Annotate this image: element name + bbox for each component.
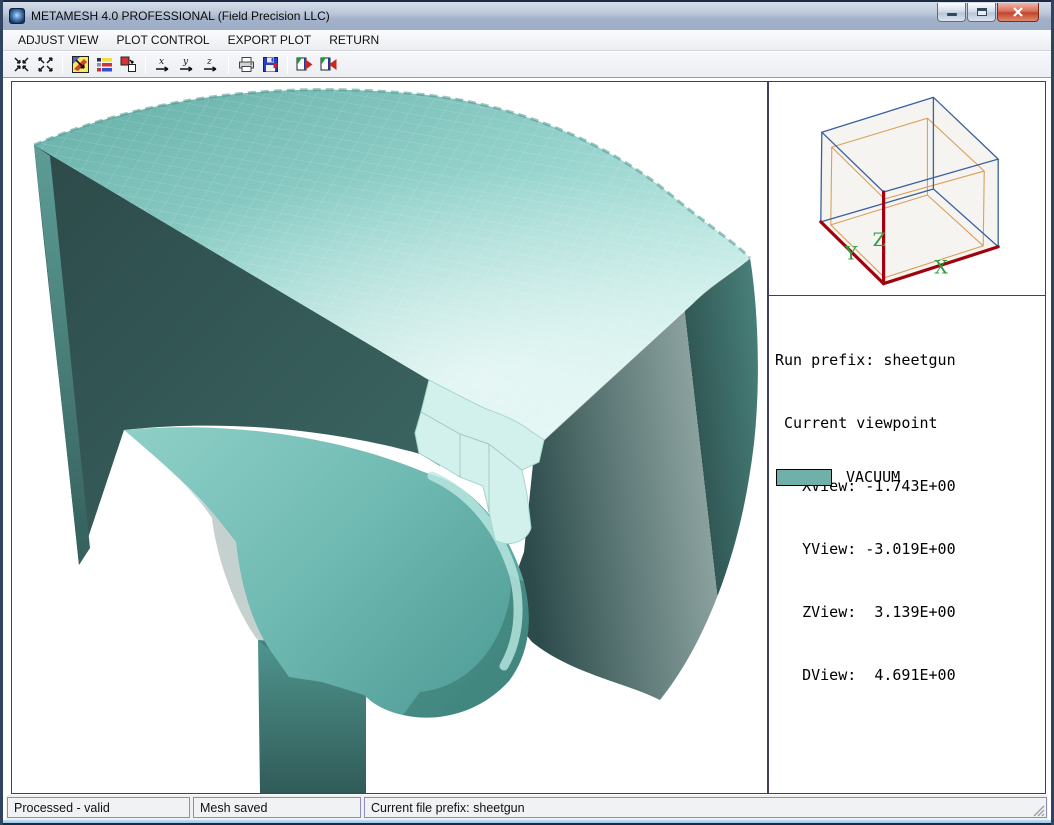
menu-export-plot[interactable]: EXPORT PLOT <box>219 31 321 49</box>
orientation-cube-panel[interactable]: Y X Z <box>768 81 1046 296</box>
mesh-3d-view <box>12 82 767 793</box>
menubar: ADJUST VIEW PLOT CONTROL EXPORT PLOT RET… <box>3 30 1051 51</box>
plot-layers-button[interactable] <box>93 54 115 75</box>
legend: VACUUM <box>776 468 900 486</box>
save-plot-icon <box>262 56 279 73</box>
next-plot-icon <box>296 56 314 73</box>
viewpoint-header-line: Current viewpoint <box>775 413 956 434</box>
menu-plot-control[interactable]: PLOT CONTROL <box>107 31 218 49</box>
toolbar: x y z <box>3 52 1051 78</box>
view-along-y-button[interactable]: y <box>176 54 198 75</box>
zview-line: ZView: 3.139E+00 <box>775 602 956 623</box>
status-processed: Processed - valid <box>7 797 190 818</box>
previous-plot-button[interactable] <box>318 54 340 75</box>
titlebar[interactable]: METAMESH 4.0 PROFESSIONAL (Field Precisi… <box>3 0 1051 30</box>
yview-line: YView: -3.019E+00 <box>775 539 956 560</box>
close-icon <box>1012 7 1024 17</box>
contract-view-icon <box>13 56 30 73</box>
toolbar-separator <box>287 56 288 74</box>
run-prefix-line: Run prefix: sheetgun <box>775 350 956 371</box>
statusbar: Processed - valid Mesh saved Current fil… <box>6 795 1048 820</box>
dview-line: DView: 4.691E+00 <box>775 665 956 686</box>
svg-text:x: x <box>159 57 164 67</box>
menu-adjust-view[interactable]: ADJUST VIEW <box>9 31 107 49</box>
contract-view-button[interactable] <box>10 54 32 75</box>
viewpoint-info: Run prefix: sheetgun Current viewpoint X… <box>775 308 956 728</box>
minimize-icon <box>947 13 957 16</box>
view-along-x-button[interactable]: x <box>152 54 174 75</box>
view-along-x-icon: x <box>154 56 172 73</box>
legend-swatch <box>776 469 832 486</box>
menu-return[interactable]: RETURN <box>320 31 388 49</box>
legend-label: VACUUM <box>846 468 900 486</box>
cube-axis-y-label: Y <box>844 243 858 265</box>
info-panel: Run prefix: sheetgun Current viewpoint X… <box>768 295 1046 794</box>
app-icon <box>9 8 25 24</box>
next-plot-button[interactable] <box>294 54 316 75</box>
toolbar-separator <box>62 56 63 74</box>
view-along-z-button[interactable]: z <box>200 54 222 75</box>
sidebar: Y X Z Run prefix: sheetgun Current viewp… <box>768 81 1046 794</box>
print-button[interactable] <box>235 54 257 75</box>
svg-text:y: y <box>182 57 189 67</box>
cube-axis-x-label: X <box>934 257 948 279</box>
plot-style-icon <box>72 56 89 73</box>
orientation-cube: Y X Z <box>769 82 1048 295</box>
resize-grip[interactable] <box>1032 804 1046 818</box>
toolbar-separator <box>228 56 229 74</box>
save-plot-button[interactable] <box>259 54 281 75</box>
previous-plot-icon <box>320 56 338 73</box>
view-along-y-icon: y <box>178 56 196 73</box>
maximize-icon <box>977 8 987 16</box>
toolbar-separator <box>145 56 146 74</box>
plot-style-button[interactable] <box>69 54 91 75</box>
status-file-prefix: Current file prefix: sheetgun <box>364 797 1047 818</box>
mesh-plot-canvas[interactable] <box>11 81 768 794</box>
print-icon <box>238 56 255 73</box>
expand-view-icon <box>37 56 54 73</box>
minimize-button[interactable] <box>937 3 966 22</box>
window-title: METAMESH 4.0 PROFESSIONAL (Field Precisi… <box>31 9 937 23</box>
app-window: METAMESH 4.0 PROFESSIONAL (Field Precisi… <box>0 0 1054 825</box>
plot-layers-icon <box>96 56 113 73</box>
view-along-z-icon: z <box>202 56 220 73</box>
status-mesh-saved: Mesh saved <box>193 797 361 818</box>
cube-axis-z-label: Z <box>873 229 886 251</box>
expand-view-button[interactable] <box>34 54 56 75</box>
window-frame-bottom <box>3 820 1051 825</box>
close-button[interactable] <box>997 3 1039 22</box>
copy-plot-icon <box>120 56 137 73</box>
content-area: Y X Z Run prefix: sheetgun Current viewp… <box>6 79 1048 795</box>
maximize-button[interactable] <box>967 3 996 22</box>
svg-text:z: z <box>206 57 212 67</box>
copy-plot-button[interactable] <box>117 54 139 75</box>
